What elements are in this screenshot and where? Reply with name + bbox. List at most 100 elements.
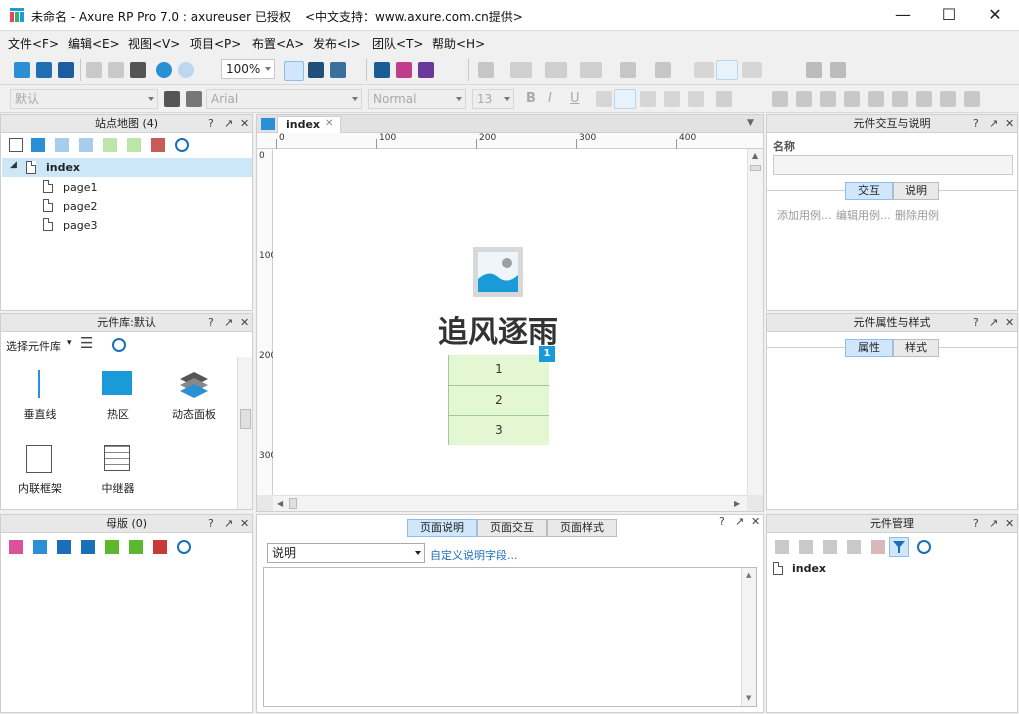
italic-button[interactable]: I [548,91,552,106]
tab-page-style[interactable]: 页面样式 [547,519,617,537]
notes-field-select[interactable]: 说明 [267,543,425,563]
tree-item-page3[interactable]: page3 [63,219,97,232]
align-objects-icon[interactable] [844,91,860,107]
add-master-icon[interactable] [9,540,23,554]
add-folder-icon[interactable] [33,540,47,554]
align-right-icon[interactable] [742,62,762,78]
pin-icon[interactable]: ↗ [224,517,233,530]
tab-properties[interactable]: 属性 [845,339,893,357]
text-align-right-icon[interactable] [640,91,656,107]
send-back-icon[interactable] [820,91,836,107]
align-center-icon[interactable] [716,60,738,80]
font-size-select[interactable]: 13 [472,89,514,109]
scroll-thumb[interactable] [240,409,251,429]
open-folder-icon[interactable] [36,62,52,78]
tree-expand-icon[interactable]: ◢ [10,160,17,170]
widget-inline-frame[interactable]: 内联框架 [5,480,75,496]
minimize-button[interactable]: — [880,0,926,31]
close-icon[interactable]: ✕ [240,316,249,329]
scroll-right-icon[interactable]: ▶ [734,499,740,508]
outdent-icon[interactable] [129,540,143,554]
scroll-up-icon[interactable]: ▲ [752,151,758,160]
select-pointer-icon[interactable] [284,61,304,81]
format-painter-icon[interactable] [478,62,494,78]
menu-view[interactable]: 视图<V> [128,35,180,52]
close-icon[interactable]: ✕ [1005,316,1014,329]
brush-icon[interactable] [186,91,202,107]
delete-icon[interactable] [871,540,885,554]
connect-pointer-icon[interactable] [308,62,324,78]
image-placeholder-icon[interactable] [473,247,523,297]
tab-page-notes[interactable]: 页面说明 [407,519,477,537]
align-left-icon[interactable] [694,62,714,78]
notes-scrollbar[interactable]: ▲ ▼ [741,568,756,706]
search-icon[interactable] [917,540,931,554]
chevron-down-icon[interactable]: ▼ [747,118,754,128]
new-file-icon[interactable] [14,62,30,78]
paste-icon[interactable] [130,62,146,78]
bold-button[interactable]: B [526,91,536,106]
bring-front-icon[interactable] [796,91,812,107]
search-icon[interactable] [175,138,189,152]
close-icon[interactable]: ✕ [1005,517,1014,530]
font-family-select[interactable]: Arial [206,89,362,109]
delete-icon[interactable] [151,138,165,152]
widget-tree-item[interactable]: index [792,562,826,575]
tree-item-page1[interactable]: page1 [63,181,97,194]
publish-icon[interactable] [396,62,412,78]
dynamic-panel-icon[interactable] [179,370,209,400]
copy-icon[interactable] [108,62,124,78]
repeater-icon[interactable] [104,445,130,471]
menu-arrange[interactable]: 布置<A> [252,35,304,52]
close-button[interactable]: ✕ [972,0,1018,31]
connector-icon[interactable] [330,62,346,78]
canvas-horizontal-scrollbar[interactable]: ◀ ▶ [273,495,747,511]
custom-fields-link[interactable]: 自定义说明字段... [430,547,518,563]
line-style-icon[interactable] [580,62,602,78]
line-width-icon[interactable] [545,62,567,78]
scroll-down-icon[interactable]: ▼ [746,694,751,702]
canvas-surface[interactable]: 追风逐雨 1 2 3 1 [273,149,747,495]
name-input[interactable] [773,155,1013,175]
widget-repeater[interactable]: 中继器 [83,480,153,496]
pin-icon[interactable]: ↗ [989,316,998,329]
repeater-row[interactable]: 3 [449,415,549,445]
chevron-down-icon[interactable]: ▾ [67,338,72,348]
help-icon[interactable]: ? [973,316,979,329]
tab-index[interactable]: index ✕ [277,116,341,133]
library-scrollbar[interactable] [237,357,252,509]
move-up-icon[interactable] [57,540,71,554]
fill-color-icon[interactable] [620,62,636,78]
align-top-icon[interactable] [892,91,908,107]
tab-page-interactions[interactable]: 页面交互 [477,519,547,537]
distribute-icon[interactable] [868,91,884,107]
outdent-icon[interactable] [127,138,141,152]
style-select[interactable]: 默认 [10,89,158,109]
copy-icon[interactable] [799,540,813,554]
help-icon[interactable]: ? [973,117,979,130]
search-icon[interactable] [177,540,191,554]
edit-case-button[interactable]: 编辑用例... [836,207,891,223]
shadow-icon[interactable] [655,62,671,78]
move-up-icon[interactable] [823,540,837,554]
menu-edit[interactable]: 编辑<E> [68,35,120,52]
help-icon[interactable]: ? [208,316,214,329]
library-selector[interactable]: 选择元件库 [6,338,61,354]
move-down-icon[interactable] [79,138,93,152]
scroll-up-icon[interactable]: ▲ [746,571,751,579]
menu-team[interactable]: 团队<T> [372,35,423,52]
filter-icon[interactable] [889,537,909,557]
repeater-row[interactable]: 2 [449,385,549,415]
repeater-widget[interactable]: 1 2 3 [448,355,549,445]
close-icon[interactable]: ✕ [1005,117,1014,130]
maximize-button[interactable]: ☐ [926,0,972,31]
delete-icon[interactable] [153,540,167,554]
tab-style[interactable]: 样式 [893,339,939,357]
add-folder-icon[interactable] [31,138,45,152]
close-icon[interactable]: ✕ [751,515,760,528]
move-down-icon[interactable] [847,540,861,554]
generate-icon[interactable] [418,62,434,78]
menu-project[interactable]: 项目<P> [190,35,241,52]
pin-icon[interactable]: ↗ [735,515,744,528]
font-color-icon[interactable] [716,91,732,107]
